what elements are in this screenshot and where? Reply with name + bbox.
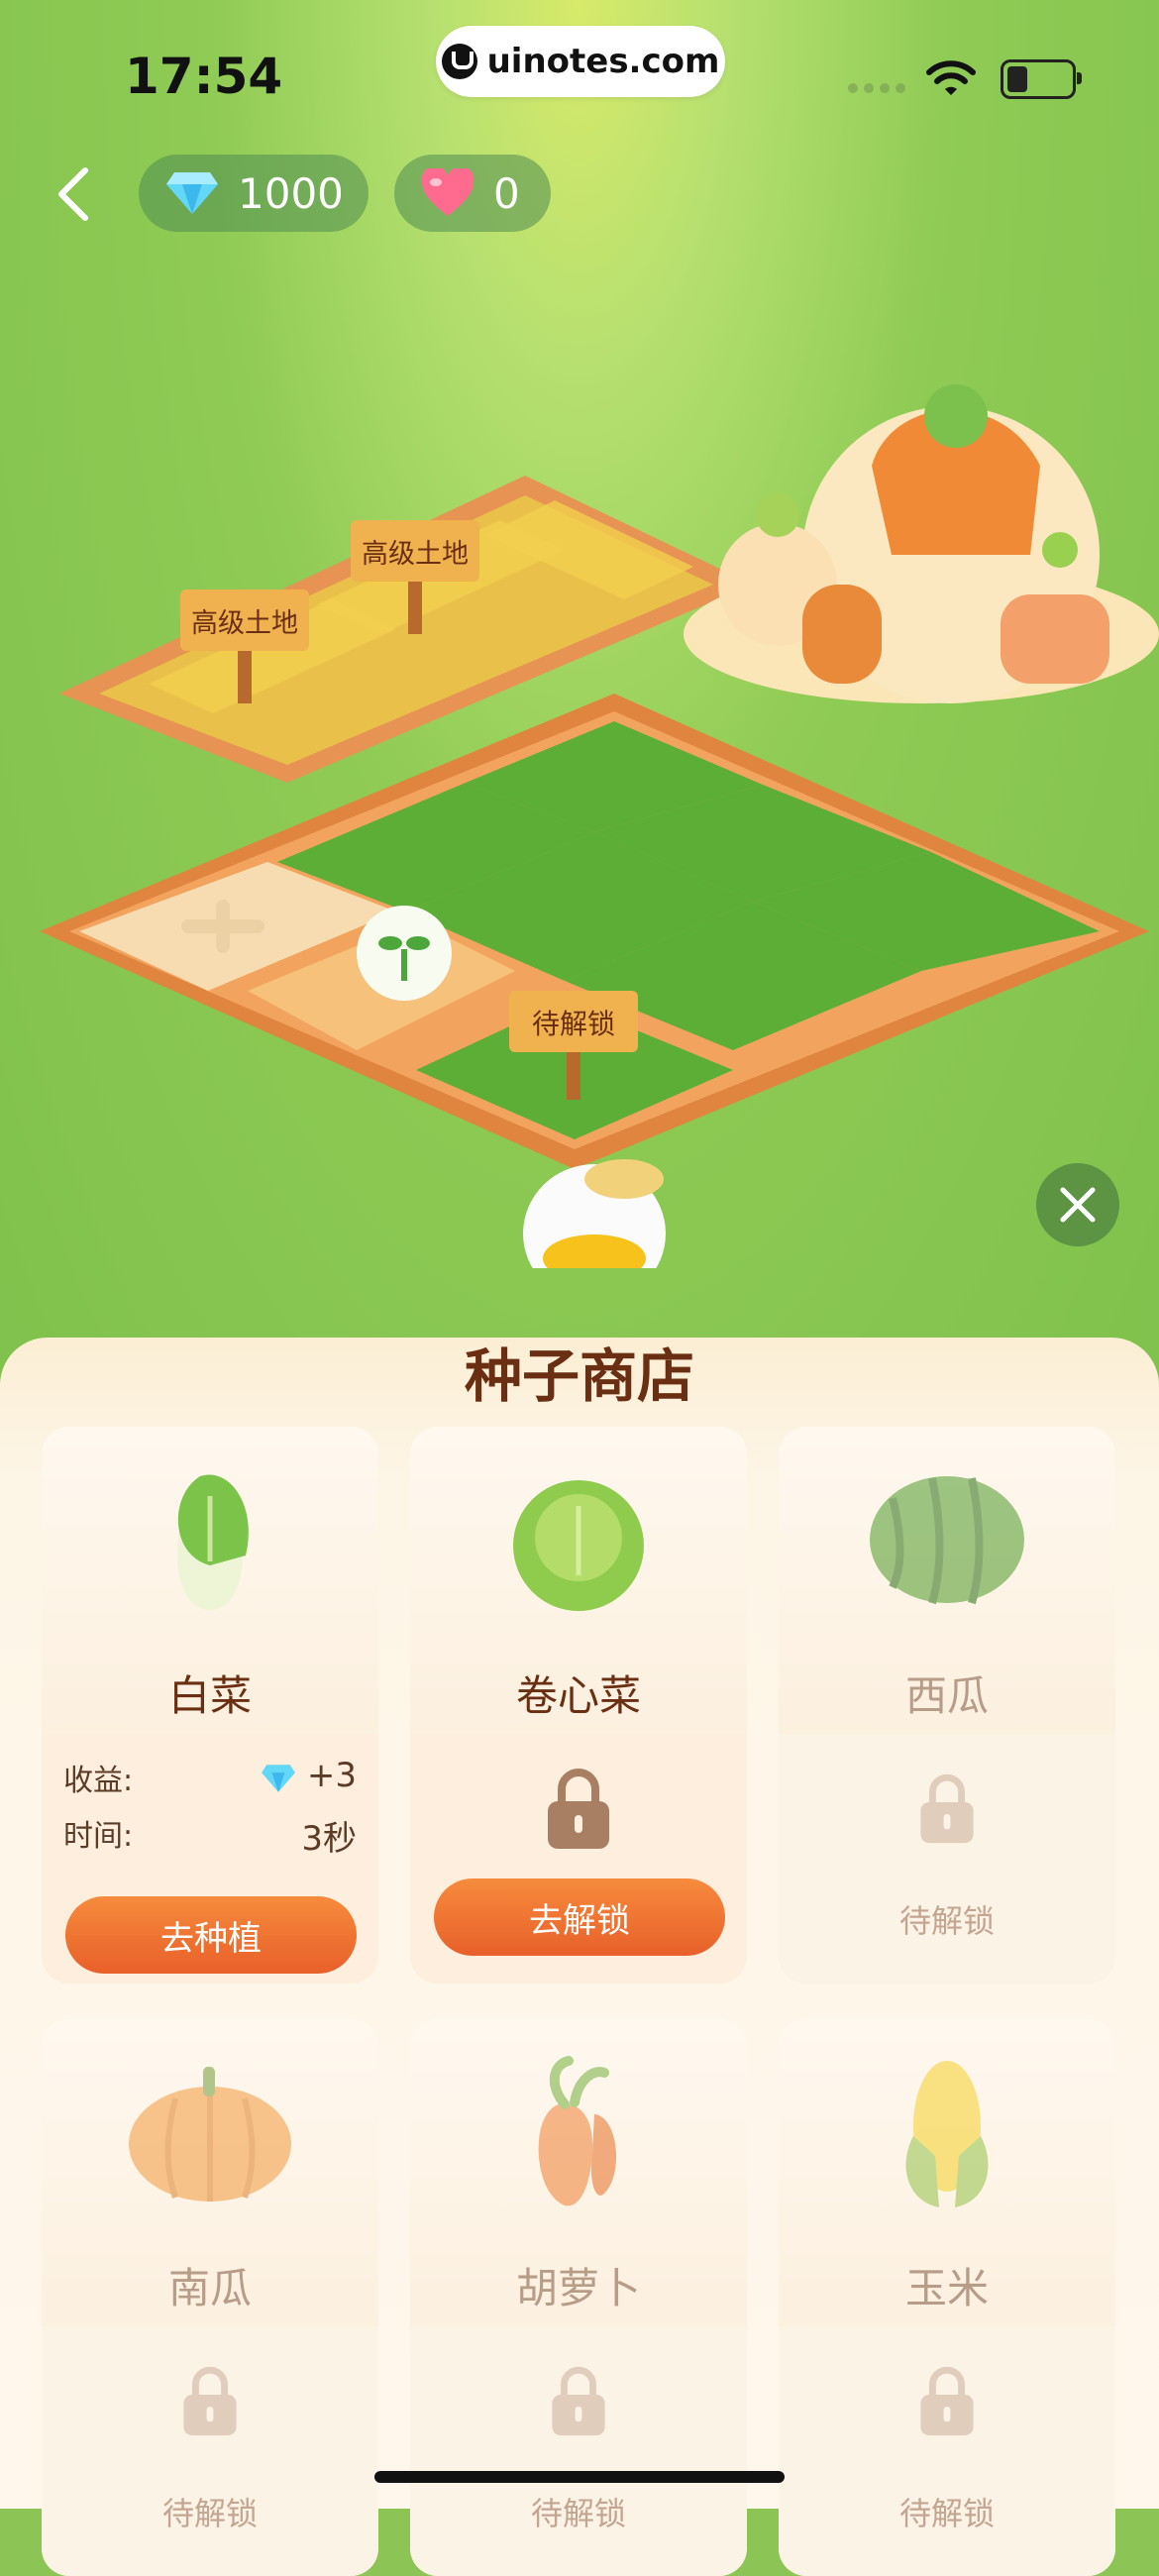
uinotes-logo-icon [441,44,477,79]
lock-icon [552,2366,605,2436]
wifi-icon [926,60,976,95]
time-value: 3秒 [301,1819,357,1859]
locked-status: 待解锁 [898,1902,995,1940]
seed-name: 卷心菜 [515,1671,641,1720]
diamond-icon [166,172,218,214]
heart-count: 0 [493,168,520,218]
duck-mascot [523,1159,666,1268]
status-bar: 17:54 uinotes.com [0,0,1159,149]
gem-balance: 1000 [139,155,369,232]
lock-icon [183,2366,237,2436]
seed-name: 玉米 [904,2264,989,2312]
lock-icon [920,2366,974,2436]
seed-card-bok-choy[interactable]: 白菜 收益: +3 时间: 3秒 去种植 [42,1427,378,1984]
seed-card-carrot[interactable]: 胡萝卜 待解锁 [410,2019,747,2576]
seed-card-corn[interactable]: 玉米 待解锁 [779,2019,1115,2576]
plant-button[interactable]: 去种植 [65,1896,357,1974]
seed-card-pumpkin[interactable]: 南瓜 待解锁 [42,2019,378,2576]
sprout-marker [357,906,452,1001]
diamond-icon [262,1764,296,1792]
time-label: 时间: [63,1819,134,1854]
income-value: +3 [306,1756,357,1795]
locked-status: 待解锁 [898,2495,995,2532]
signal-icon [848,83,905,93]
url-pill: uinotes.com [436,26,725,97]
seed-name: 白菜 [167,1671,252,1720]
seed-name: 胡萝卜 [515,2264,641,2312]
farm-illustration: 高级土地 高级土地 待解锁 [40,384,1159,1268]
back-chevron-left-icon[interactable] [50,164,99,224]
heart-balance: 0 [394,155,551,232]
sign-label-premium-land-1: 高级土地 [191,608,298,639]
seed-shop-title: 种子商店 [464,1342,694,1410]
main-field [40,694,1149,1169]
pumpkin-icon [129,2067,291,2201]
seed-card-watermelon[interactable]: 西瓜 待解锁 [779,1427,1115,1984]
home-indicator[interactable] [374,2471,785,2483]
close-icon [1060,1187,1096,1223]
mushroom-house [684,384,1159,703]
watermelon-icon [870,1476,1024,1605]
locked-status: 待解锁 [161,2495,258,2532]
seed-name: 西瓜 [904,1671,989,1720]
seed-card-cabbage[interactable]: 卷心菜 去解锁 [410,1427,747,1984]
heart-icon [421,168,474,216]
bok-choy-icon [177,1474,249,1610]
locked-status: 待解锁 [530,2495,626,2532]
gem-count: 1000 [238,168,344,218]
lock-icon [920,1773,974,1844]
battery-icon [1001,59,1082,99]
income-label: 收益: [63,1764,134,1798]
carrot-icon [538,2056,617,2206]
status-time: 17:54 [125,48,283,105]
close-button[interactable] [1036,1163,1119,1246]
unlock-button[interactable]: 去解锁 [434,1878,725,1956]
cabbage-icon [513,1480,644,1611]
url-text: uinotes.com [486,42,720,81]
seed-name: 南瓜 [167,2264,252,2312]
sign-label-locked: 待解锁 [532,1008,615,1040]
corn-icon [905,2061,989,2207]
lock-icon [548,1769,609,1849]
sign-label-premium-land-2: 高级土地 [362,539,469,570]
